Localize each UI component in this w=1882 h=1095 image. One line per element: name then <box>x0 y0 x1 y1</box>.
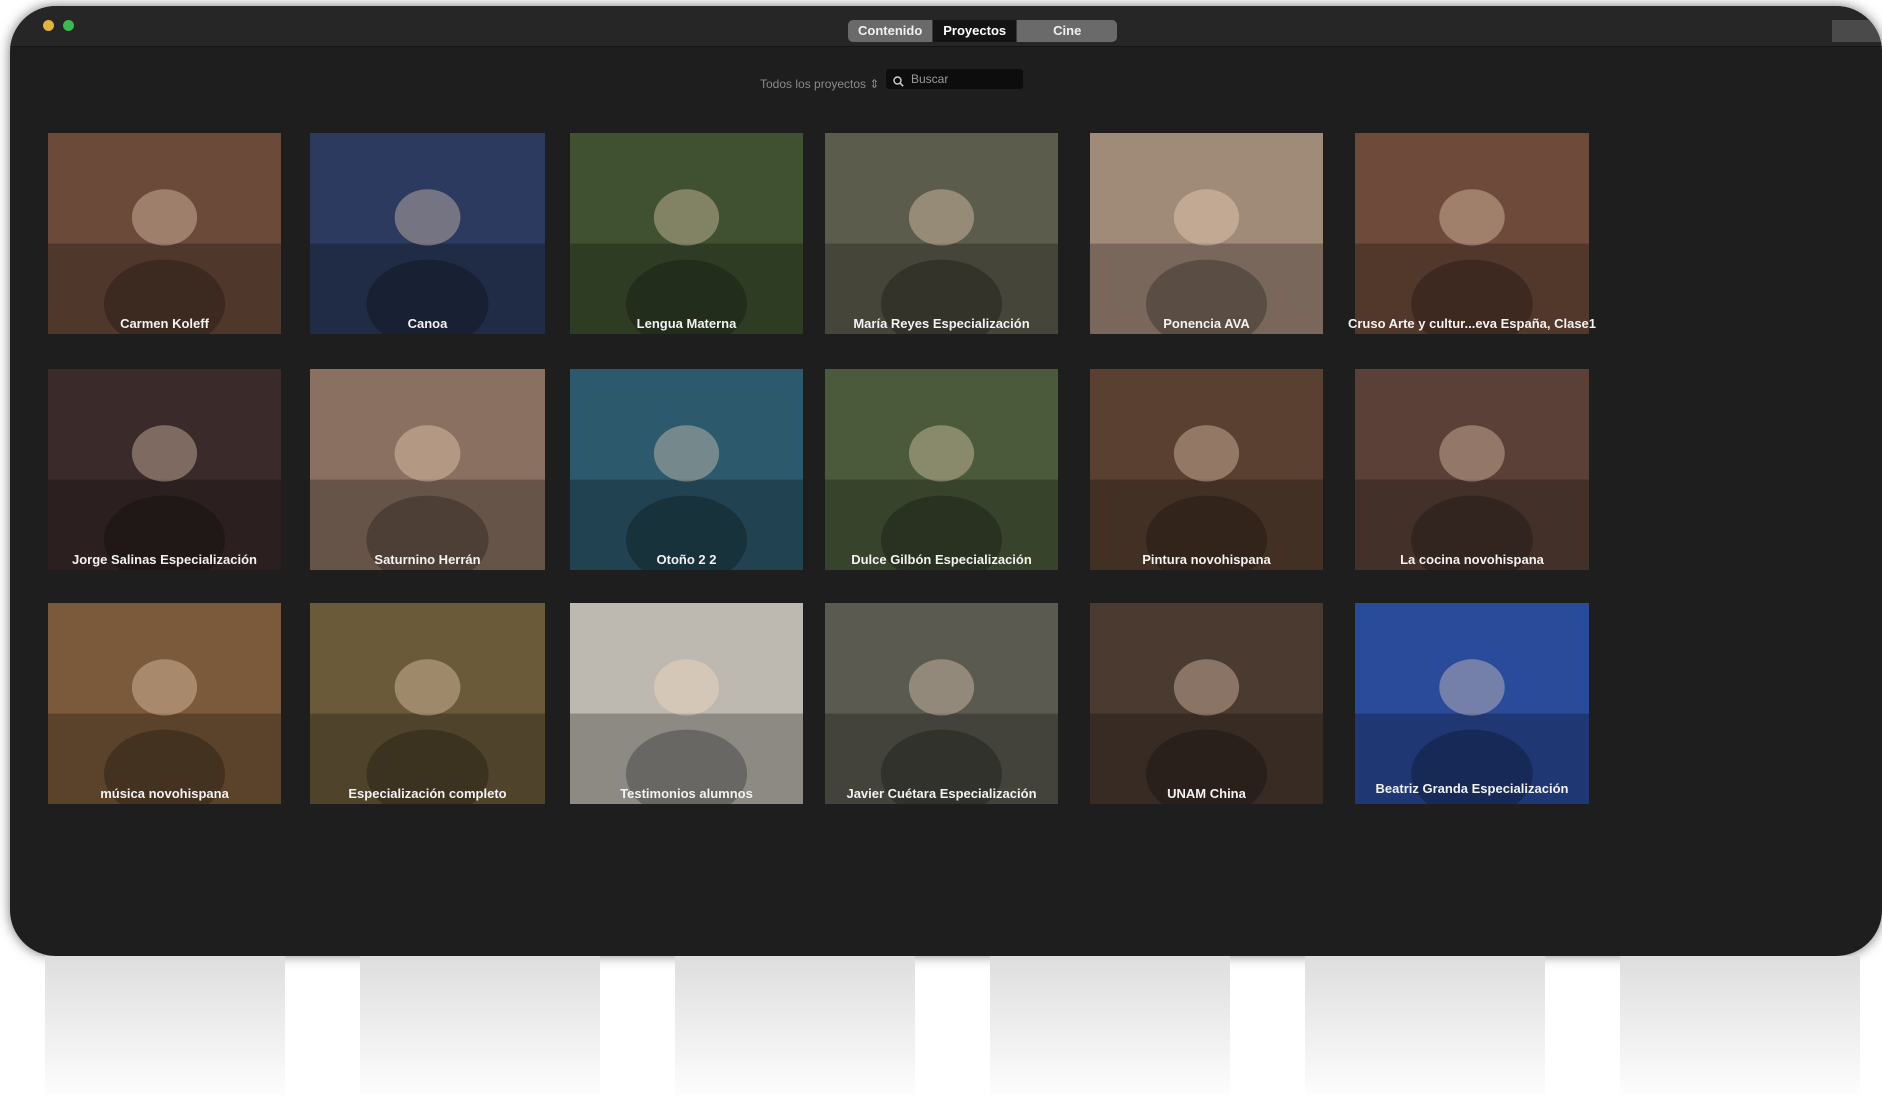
project-thumbnail[interactable] <box>310 133 545 334</box>
app-window: Contenido Proyectos Cine Todos los proye… <box>10 6 1882 956</box>
project-grid: Carmen Koleff Canoa Lengua Materna María Re… <box>10 6 1882 956</box>
project-thumbnail[interactable] <box>310 603 545 804</box>
project-thumbnail[interactable] <box>1090 133 1323 334</box>
project-thumbnail[interactable] <box>1355 369 1589 570</box>
project-thumbnail[interactable] <box>1090 603 1323 804</box>
project-title: Beatriz Granda Especialización <box>1375 781 1569 796</box>
project-thumbnail[interactable] <box>825 369 1058 570</box>
project-thumbnail[interactable] <box>570 369 803 570</box>
project-title: Cruso Arte y cultur...eva España, Clase1 <box>1347 316 1597 331</box>
project-thumbnail[interactable] <box>1355 603 1589 804</box>
project-thumbnail[interactable] <box>310 369 545 570</box>
project-thumbnail[interactable] <box>825 603 1058 804</box>
project-thumbnail[interactable] <box>48 603 281 804</box>
project-thumbnail[interactable] <box>1090 369 1323 570</box>
project-title: La cocina novohispana <box>1400 552 1544 567</box>
project-thumbnail[interactable] <box>48 133 281 334</box>
project-thumbnail[interactable] <box>570 603 803 804</box>
window-reflection <box>0 956 1882 1095</box>
project-thumbnail[interactable] <box>1355 133 1589 334</box>
project-thumbnail[interactable] <box>570 133 803 334</box>
project-thumbnail[interactable] <box>48 369 281 570</box>
project-thumbnail[interactable] <box>825 133 1058 334</box>
